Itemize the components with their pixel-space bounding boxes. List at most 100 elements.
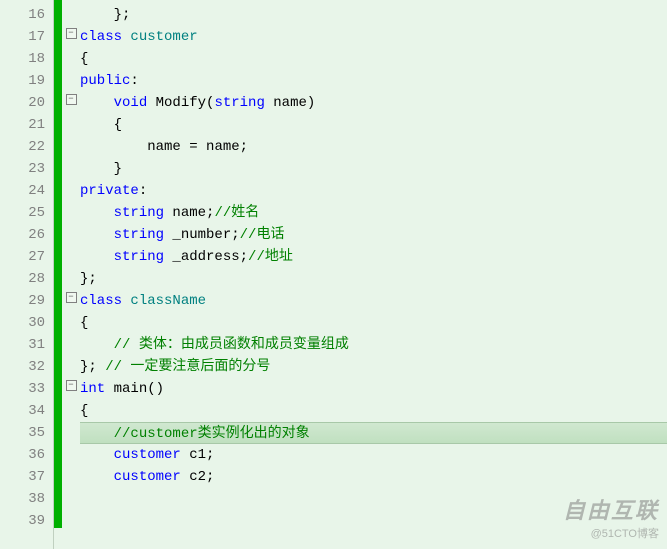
code-line[interactable]: }; // 一定要注意后面的分号 [80,356,667,378]
fold-cell [62,110,80,132]
code-line[interactable]: //customer类实例化出的对象 [80,422,667,444]
line-number: 22 [4,136,45,158]
code-token: private [80,183,139,199]
fold-toggle-icon[interactable]: − [66,94,77,105]
change-marker [54,352,62,374]
code-token: ; [240,139,248,155]
change-marker [54,374,62,396]
fold-cell [62,66,80,88]
code-token: = [189,139,206,155]
code-line[interactable]: void Modify(string name) [80,92,667,114]
code-line[interactable]: { [80,48,667,70]
change-marker [54,286,62,308]
code-line[interactable]: string _address;//地址 [80,246,667,268]
change-marker [54,110,62,132]
fold-toggle-icon[interactable]: − [66,380,77,391]
fold-cell [62,352,80,374]
change-marker [54,242,62,264]
code-line[interactable]: customer c1; [80,444,667,466]
code-token: ; [240,249,248,265]
code-line[interactable]: public: [80,70,667,92]
code-token: name [273,95,307,111]
code-line[interactable]: { [80,312,667,334]
change-marker [54,308,62,330]
code-line[interactable] [80,488,667,510]
code-token: //姓名 [214,205,259,221]
code-line[interactable] [80,510,667,532]
change-marker [54,418,62,440]
code-line[interactable]: { [80,400,667,422]
code-line[interactable]: } [80,158,667,180]
code-line[interactable]: string name;//姓名 [80,202,667,224]
code-line[interactable]: customer c2; [80,466,667,488]
code-token: int [80,381,114,397]
fold-cell: − [62,286,80,308]
code-token: Modify [156,95,206,111]
code-token: // 一定要注意后面的分号 [105,359,270,375]
line-number: 30 [4,312,45,334]
code-token: main [114,381,148,397]
change-marker [54,440,62,462]
code-token: ; [206,447,214,463]
fold-cell [62,242,80,264]
code-token: customer [130,29,197,45]
code-token: ; [206,469,214,485]
line-number-gutter: 1617181920212223242526272829303132333435… [0,0,54,549]
line-number: 25 [4,202,45,224]
code-token: className [130,293,206,309]
line-number: 23 [4,158,45,180]
code-line[interactable]: // 类体：由成员函数和成员变量组成 [80,334,667,356]
fold-cell: − [62,374,80,396]
code-token [80,337,114,353]
line-number: 18 [4,48,45,70]
change-marker [54,396,62,418]
code-editor[interactable]: 1617181920212223242526272829303132333435… [0,0,667,549]
code-token: string [214,95,273,111]
code-line[interactable]: string _number;//电话 [80,224,667,246]
code-line[interactable]: class customer [80,26,667,48]
code-token: { [80,117,122,133]
code-area[interactable]: };class customer{public: void Modify(str… [80,0,667,549]
code-token [80,426,114,442]
line-number: 28 [4,268,45,290]
code-token: : [130,73,138,89]
change-marker [54,44,62,66]
code-token: name [172,205,206,221]
code-token: string [114,205,173,221]
line-number: 29 [4,290,45,312]
line-number: 34 [4,400,45,422]
line-number: 26 [4,224,45,246]
change-marker [54,154,62,176]
change-marker [54,132,62,154]
code-line[interactable]: name = name; [80,136,667,158]
fold-cell [62,0,80,22]
code-line[interactable]: { [80,114,667,136]
code-token: }; [80,271,97,287]
code-line[interactable]: int main() [80,378,667,400]
fold-toggle-icon[interactable]: − [66,292,77,303]
fold-toggle-icon[interactable]: − [66,28,77,39]
code-line[interactable]: }; [80,4,667,26]
code-line[interactable]: class className [80,290,667,312]
fold-cell: − [62,88,80,110]
line-number: 16 [4,4,45,26]
fold-cell [62,220,80,242]
code-line[interactable]: private: [80,180,667,202]
fold-cell [62,198,80,220]
code-token: { [80,315,88,331]
fold-cell [62,440,80,462]
fold-cell [62,44,80,66]
code-line[interactable]: }; [80,268,667,290]
fold-cell [62,418,80,440]
code-token [80,95,114,111]
line-number: 38 [4,488,45,510]
line-number: 17 [4,26,45,48]
code-token: _address [172,249,239,265]
code-token [80,469,114,485]
code-token: } [80,161,122,177]
code-token [80,205,114,221]
code-token: name [147,139,189,155]
code-token: name [206,139,240,155]
code-token: string [114,249,173,265]
code-token: c2 [189,469,206,485]
